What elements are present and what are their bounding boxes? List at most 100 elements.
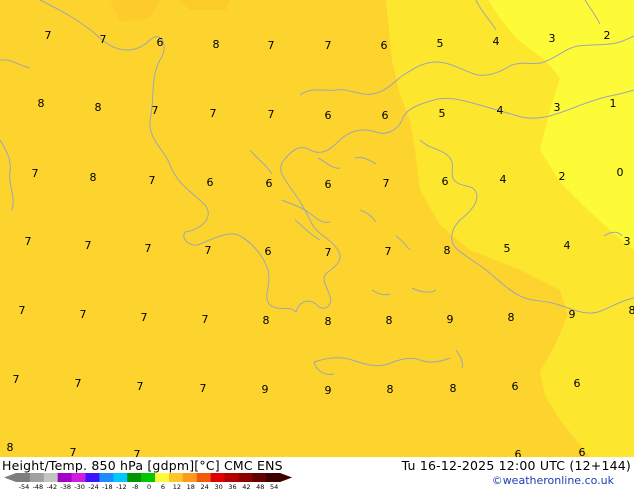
legend-swatch: [224, 473, 239, 482]
temp-value-label: 8: [386, 314, 393, 327]
legend-swatch: [113, 473, 128, 482]
temp-value-label: 6: [157, 36, 164, 49]
temp-value-label: 7: [13, 373, 20, 386]
temp-value-label: 6: [442, 175, 449, 188]
temp-value-label: 9: [325, 384, 332, 397]
legend-swatch: [99, 473, 114, 482]
temp-value-label: 6: [382, 109, 389, 122]
temp-value-label: 7: [141, 311, 148, 324]
legend-swatch: [29, 473, 45, 482]
temp-value-label: 6: [325, 178, 332, 191]
temp-value-label: 7: [134, 448, 141, 457]
legend-swatch: [210, 473, 225, 482]
legend-swatch: [141, 473, 156, 482]
legend-label: 24: [201, 483, 209, 490]
legend-swatch: [182, 473, 197, 482]
temp-value-label: 4: [497, 104, 504, 117]
temp-value-label: 3: [624, 235, 631, 248]
temp-value-label: 7: [75, 377, 82, 390]
legend-swatch: [43, 473, 58, 482]
temp-value-label: 7: [25, 235, 32, 248]
temp-value-label: 7: [385, 245, 392, 258]
temp-value-label: 6: [207, 176, 214, 189]
temp-value-label: 5: [439, 107, 446, 120]
credit-link[interactable]: ©weatheronline.co.uk: [492, 474, 614, 487]
temp-value-label: 7: [45, 29, 52, 42]
temp-value-label: 9: [447, 313, 454, 326]
temp-value-label: 3: [549, 32, 556, 45]
legend-label: -24: [88, 483, 99, 490]
legend-label: -38: [60, 483, 71, 490]
temp-value-label: 5: [437, 37, 444, 50]
temp-value-label: 6: [515, 448, 522, 457]
temp-value-label: 8: [444, 244, 451, 257]
legend-label: 6: [161, 483, 165, 490]
legend-swatch: [168, 473, 184, 482]
legend-label: 48: [256, 483, 264, 490]
temp-value-label: 8: [263, 314, 270, 327]
legend-arrow-right: [280, 473, 293, 482]
temp-value-label: 4: [500, 173, 507, 186]
temp-value-label: 7: [383, 177, 390, 190]
legend-swatch: [16, 473, 31, 482]
color-legend: -54 -48 -42 -38 -30 -24 -18 -12 -8 0 6 12 18 24 30 36 42…: [4, 473, 293, 490]
legend-label: 12: [173, 483, 181, 490]
temp-value-label: 7: [80, 308, 87, 321]
temp-value-label: 8: [213, 38, 220, 51]
temp-value-label: 7: [152, 104, 159, 117]
temp-value-label: 8: [38, 97, 45, 110]
temp-value-label: 7: [100, 33, 107, 46]
temp-value-label: 4: [564, 239, 571, 252]
temp-value-label: 7: [149, 174, 156, 187]
valid-datetime: Tu 16-12-2025 12:00 UTC (12+144): [401, 458, 631, 473]
legend-label: 36: [228, 483, 236, 490]
temp-value-label: 8: [450, 382, 457, 395]
legend-swatch: [155, 473, 170, 482]
temp-value-label: 8: [7, 441, 14, 454]
temp-value-label: 3: [554, 101, 561, 114]
temp-value-label: 6: [512, 380, 519, 393]
temp-value-label: 0: [617, 166, 624, 179]
temp-value-label: 7: [32, 167, 39, 180]
legend-label: -54: [19, 483, 30, 490]
temp-value-label: 7: [205, 244, 212, 257]
temp-value-label: 8: [95, 101, 102, 114]
legend-label: -48: [33, 483, 44, 490]
temp-value-label: 6: [381, 39, 388, 52]
temp-value-label: 7: [145, 242, 152, 255]
temp-value-label: 7: [325, 246, 332, 259]
temp-value-label: 2: [604, 29, 611, 42]
legend-label: 30: [214, 483, 222, 490]
temp-value-label: 7: [85, 239, 92, 252]
temp-value-label: 4: [493, 35, 500, 48]
temp-value-label: 6: [579, 446, 586, 457]
temp-value-label: 8: [387, 383, 394, 396]
legend-swatch: [71, 473, 86, 482]
legend-label: 54: [270, 483, 278, 490]
temp-value-label: 7: [325, 39, 332, 52]
legend-swatch: [57, 473, 72, 482]
temp-value-label: 7: [210, 107, 217, 120]
temp-value-label: 7: [268, 108, 275, 121]
temp-value-label: 7: [200, 382, 207, 395]
temp-value-label: 2: [559, 170, 566, 183]
temp-value-label: 8: [508, 311, 515, 324]
temp-value-label: 5: [504, 242, 511, 255]
footer: Height/Temp. 850 hPa [gdpm][°C] CMC ENS …: [0, 457, 634, 490]
temp-value-label: 7: [268, 39, 275, 52]
temp-value-label: 6: [266, 177, 273, 190]
legend-swatch: [127, 473, 142, 482]
temp-value-label: 8: [629, 304, 634, 317]
temp-value-label: 8: [90, 171, 97, 184]
legend-label: -12: [116, 483, 127, 490]
temp-value-label: 9: [262, 383, 269, 396]
temp-value-label: 1: [610, 97, 617, 110]
temp-value-label: 6: [574, 377, 581, 390]
temp-value-label: 7: [137, 380, 144, 393]
temp-value-label: 6: [265, 245, 272, 258]
legend-label: -30: [74, 483, 85, 490]
temperature-map: 7 7 6 8 7 7 6 5 4 3 2 8 8 7 7 7 6 6 5 4 3 1 7 8 7 6 6 6 7 6 4 2 0 7 7 7 7 6 7 7…: [0, 0, 634, 457]
legend-swatch: [252, 473, 267, 482]
legend-swatch: [238, 473, 253, 482]
temp-value-label: 7: [70, 446, 77, 457]
